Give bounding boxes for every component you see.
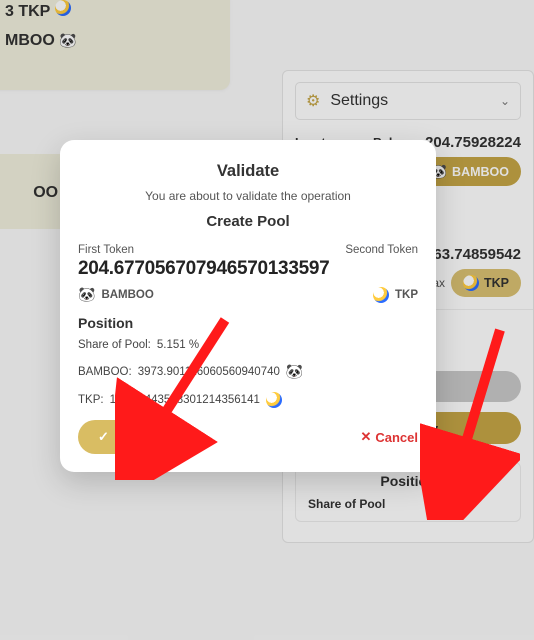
token-labels-row: First Token Second Token [78,244,418,256]
position-tkp-line: TKP: 10945.443548301214356141 [78,392,418,408]
close-icon: ✕ [360,429,371,445]
cancel-button-label: Cancel [375,430,418,445]
modal-actions: ✓ Validate ✕ Cancel [78,420,418,454]
modal-operation: Create Pool [78,213,418,230]
modal-title: Validate [78,162,418,181]
amount-value: 204.677056707946570133597 [78,258,418,280]
panda-icon: 🐼 [286,363,303,380]
token-2: TKP [373,287,418,303]
second-token-label: Second Token [345,244,418,256]
share-line-label: Share of Pool: [78,339,151,351]
position-section-title: Position [78,315,418,331]
position-bamboo-line: BAMBOO: 3973.901116060560940740 🐼 [78,363,418,380]
bamboo-line-label: BAMBOO: [78,366,132,378]
validate-button-label: Validate [115,430,164,445]
panda-icon: 🐼 [78,286,95,303]
check-icon: ✓ [98,429,109,445]
share-line-value: 5.151 % [157,339,199,351]
tkp-icon [266,392,282,408]
tkp-line-value: 10945.443548301214356141 [110,394,260,406]
modal-subtitle: You are about to validate the operation [78,189,418,203]
token-1-name: BAMBOO [101,289,153,301]
tkp-line-label: TKP: [78,394,104,406]
bamboo-line-value: 3973.901116060560940740 [138,366,280,378]
position-share-line: Share of Pool: 5.151 % [78,339,418,351]
tkp-icon [373,287,389,303]
token-1: 🐼 BAMBOO [78,286,154,303]
cancel-button[interactable]: ✕ Cancel [360,429,418,445]
validate-button[interactable]: ✓ Validate [78,420,184,454]
validate-modal: Validate You are about to validate the o… [60,140,436,472]
token-2-name: TKP [395,289,418,301]
token-pair-row: 🐼 BAMBOO TKP [78,286,418,303]
first-token-label: First Token [78,244,134,256]
